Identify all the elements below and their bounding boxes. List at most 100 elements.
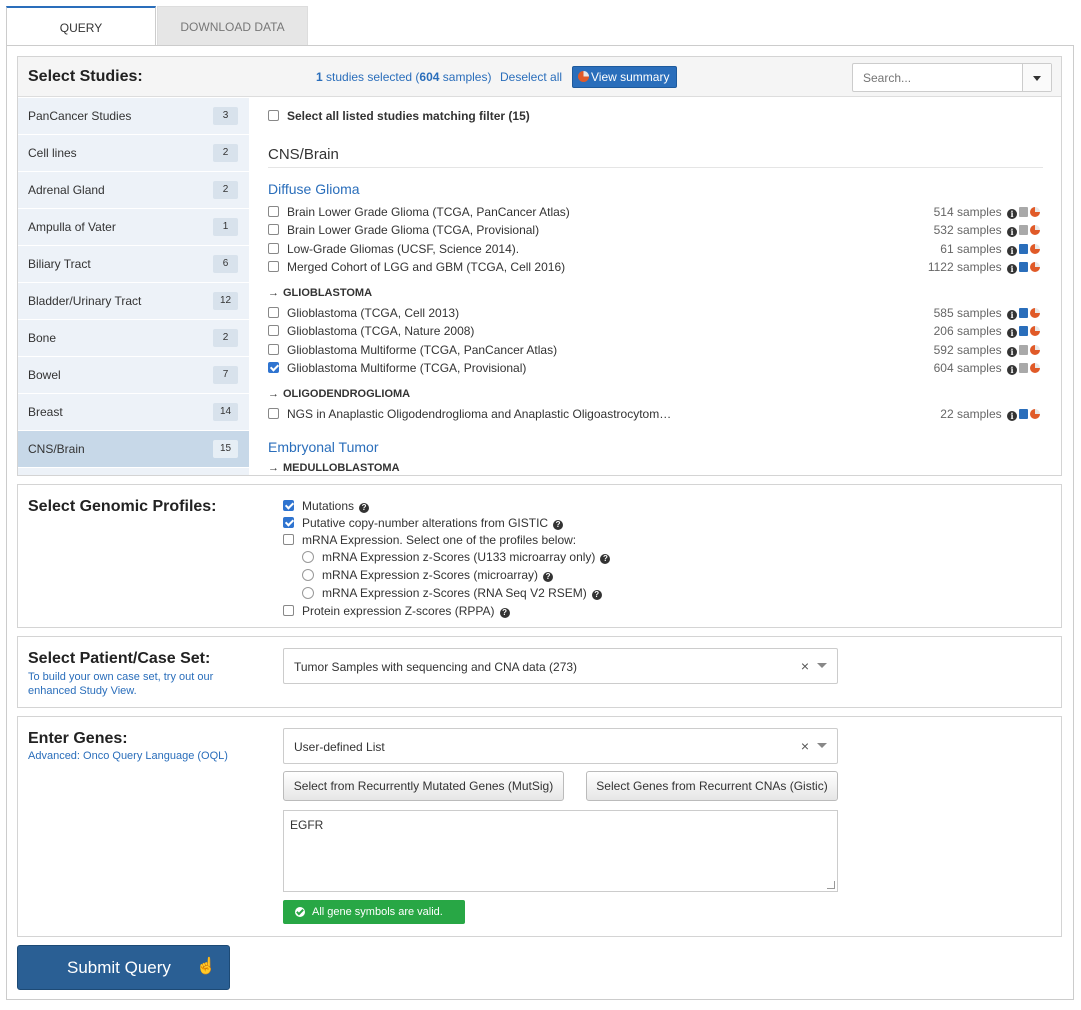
study-checkbox[interactable] (268, 307, 279, 318)
study-row[interactable]: Glioblastoma Multiforme (TCGA, PanCancer… (268, 341, 1040, 359)
mrna-checkbox[interactable] (283, 534, 294, 545)
info-icon[interactable]: i (1007, 246, 1017, 256)
profile-cna[interactable]: Putative copy-number alterations from GI… (283, 516, 564, 530)
info-icon[interactable]: i (1007, 209, 1017, 219)
study-checkbox-checked[interactable] (268, 362, 279, 373)
case-set-title: Select Patient/Case Set: (28, 650, 211, 667)
help-icon[interactable]: ? (553, 520, 564, 530)
study-checkbox[interactable] (268, 408, 279, 419)
help-icon[interactable]: ? (591, 590, 602, 600)
study-row-selected[interactable]: Glioblastoma Multiforme (TCGA, Provision… (268, 359, 1040, 377)
gene-textarea[interactable]: EGFR (283, 810, 838, 892)
close-icon[interactable]: × (801, 658, 809, 674)
study-checkbox[interactable] (268, 261, 279, 272)
category-item[interactable]: Bowel 7 (18, 357, 249, 394)
select-all-checkbox[interactable] (268, 110, 279, 121)
select-all-studies[interactable]: Select all listed studies matching filte… (268, 109, 530, 123)
book-icon[interactable] (1019, 345, 1028, 355)
book-icon[interactable] (1019, 363, 1028, 373)
study-checkbox[interactable] (268, 206, 279, 217)
category-item[interactable]: Bladder/Urinary Tract 12 (18, 283, 249, 320)
study-row[interactable]: NGS in Anaplastic Oligodendroglioma and … (268, 405, 1040, 423)
mutsig-button[interactable]: Select from Recurrently Mutated Genes (M… (283, 771, 564, 801)
gistic-button[interactable]: Select Genes from Recurrent CNAs (Gistic… (586, 771, 838, 801)
category-item[interactable]: Bone 2 (18, 320, 249, 357)
study-row[interactable]: Brain Lower Grade Glioma (TCGA, Provisio… (268, 221, 1040, 239)
view-summary-button[interactable]: View summary (572, 66, 677, 88)
mrna-microarray-radio[interactable] (302, 569, 314, 581)
profile-mrna-u133[interactable]: mRNA Expression z-Scores (U133 microarra… (302, 550, 611, 564)
gene-list-select[interactable]: User-defined List × (283, 728, 838, 764)
pie-chart-icon[interactable] (1030, 207, 1040, 217)
study-row[interactable]: Low-Grade Gliomas (UCSF, Science 2014). … (268, 240, 1040, 258)
resize-handle[interactable] (827, 881, 835, 889)
study-row[interactable]: Glioblastoma (TCGA, Cell 2013) 585 sampl… (268, 304, 1040, 322)
study-checkbox[interactable] (268, 325, 279, 336)
pie-chart-icon[interactable] (1030, 262, 1040, 272)
mutations-checkbox[interactable] (283, 500, 294, 511)
cancer-type-heading[interactable]: Embryonal Tumor (268, 439, 378, 455)
pie-chart-icon[interactable] (1030, 308, 1040, 318)
mrna-u133-radio[interactable] (302, 551, 314, 563)
study-row[interactable]: Brain Lower Grade Glioma (TCGA, PanCance… (268, 203, 1040, 221)
pie-chart-icon[interactable] (1030, 244, 1040, 254)
chevron-down-icon[interactable] (817, 663, 827, 668)
study-checkbox[interactable] (268, 224, 279, 235)
profile-mrna[interactable]: mRNA Expression. Select one of the profi… (283, 533, 576, 547)
study-view-link[interactable]: To build your own case set, try out our … (28, 670, 213, 698)
cancer-type-heading[interactable]: Diffuse Glioma (268, 181, 360, 197)
close-icon[interactable]: × (801, 738, 809, 754)
profile-mrna-rnaseq[interactable]: mRNA Expression z-Scores (RNA Seq V2 RSE… (302, 586, 602, 600)
tab-download-data[interactable]: DOWNLOAD DATA (157, 6, 308, 46)
help-icon[interactable]: ? (600, 554, 611, 564)
book-icon[interactable] (1019, 409, 1028, 419)
pie-chart-icon[interactable] (1030, 225, 1040, 235)
tab-query[interactable]: QUERY (6, 6, 156, 46)
category-item[interactable]: Breast 14 (18, 394, 249, 431)
deselect-all-link[interactable]: Deselect all (500, 70, 562, 84)
case-set-select[interactable]: Tumor Samples with sequencing and CNA da… (283, 648, 838, 684)
info-icon[interactable]: i (1007, 347, 1017, 357)
book-icon[interactable] (1019, 308, 1028, 318)
pie-chart-icon[interactable] (1030, 409, 1040, 419)
book-icon[interactable] (1019, 326, 1028, 336)
study-row[interactable]: Merged Cohort of LGG and GBM (TCGA, Cell… (268, 258, 1040, 276)
info-icon[interactable]: i (1007, 264, 1017, 274)
help-icon[interactable]: ? (543, 572, 554, 582)
profile-mrna-microarray[interactable]: mRNA Expression z-Scores (microarray)? (302, 568, 554, 582)
category-item[interactable]: PanCancer Studies 3 (18, 98, 249, 135)
category-item[interactable]: Cell lines 2 (18, 135, 249, 172)
profile-protein[interactable]: Protein expression Z-scores (RPPA)? (283, 604, 510, 618)
book-icon[interactable] (1019, 225, 1028, 235)
category-item[interactable]: Biliary Tract 6 (18, 246, 249, 283)
book-icon[interactable] (1019, 262, 1028, 272)
mrna-rnaseq-radio[interactable] (302, 587, 314, 599)
book-icon[interactable] (1019, 207, 1028, 217)
category-item[interactable]: Ampulla of Vater 1 (18, 209, 249, 246)
info-icon[interactable]: i (1007, 310, 1017, 320)
category-item[interactable]: Adrenal Gland 2 (18, 172, 249, 209)
protein-checkbox[interactable] (283, 605, 294, 616)
study-checkbox[interactable] (268, 243, 279, 254)
pie-chart-icon[interactable] (1030, 326, 1040, 336)
info-icon[interactable]: i (1007, 227, 1017, 237)
oql-link[interactable]: Advanced: Onco Query Language (OQL) (28, 749, 228, 763)
study-search-input[interactable] (853, 64, 1023, 91)
info-icon[interactable]: i (1007, 411, 1017, 421)
category-item-active[interactable]: CNS/Brain 15 (18, 431, 249, 468)
pie-chart-icon[interactable] (1030, 363, 1040, 373)
study-checkbox[interactable] (268, 344, 279, 355)
study-row[interactable]: Glioblastoma (TCGA, Nature 2008) 206 sam… (268, 322, 1040, 340)
chevron-down-icon[interactable] (1022, 64, 1051, 91)
chevron-down-icon[interactable] (817, 743, 827, 748)
info-icon[interactable]: i (1007, 365, 1017, 375)
help-icon[interactable]: ? (359, 503, 370, 513)
selected-studies-summary[interactable]: 1 studies selected (604 samples) (316, 70, 491, 84)
help-icon[interactable]: ? (499, 608, 510, 618)
cna-checkbox[interactable] (283, 517, 294, 528)
book-icon[interactable] (1019, 244, 1028, 254)
profile-mutations[interactable]: Mutations? (283, 499, 370, 513)
info-icon[interactable]: i (1007, 328, 1017, 338)
arrow-icon: → (268, 388, 279, 400)
pie-chart-icon[interactable] (1030, 345, 1040, 355)
